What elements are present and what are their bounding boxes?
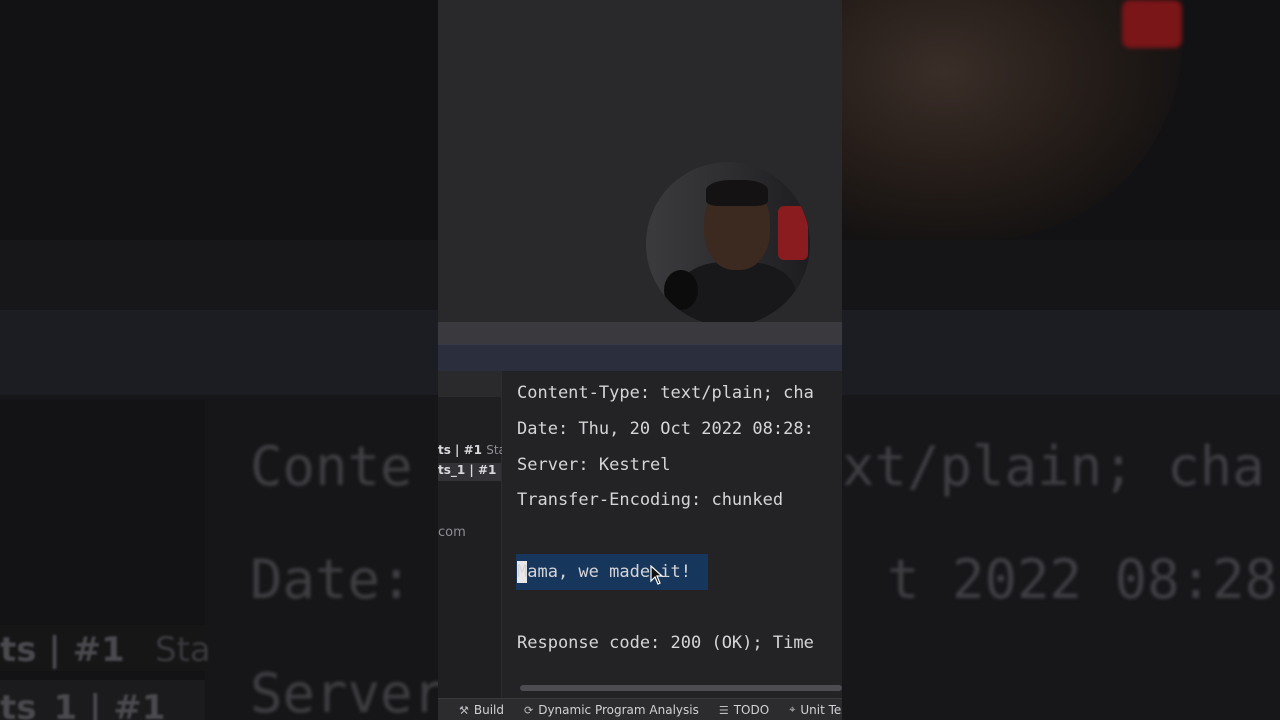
services-tree-panel: ts | #1 Sta ts_1 | #1 com: [438, 371, 506, 698]
tree-item-request-2[interactable]: ts_1 | #1: [438, 463, 501, 481]
ide-window: ts | #1 Sta ts_1 | #1 com Content-Type: …: [438, 0, 842, 720]
response-body[interactable]: Mama, we made it!: [517, 562, 691, 582]
bg-echo-line2-left: Date:: [250, 548, 413, 611]
header-transfer-encoding: Transfer-Encoding: chunked: [517, 490, 784, 510]
hammer-icon: ⚒: [459, 703, 469, 717]
list-icon: ☰: [718, 703, 729, 717]
unit-tests-icon: ⌖: [789, 703, 796, 716]
bg-echo-line2-right: t 2022 08:28:: [887, 548, 1280, 611]
build-tab[interactable]: ⚒ Build: [459, 703, 504, 717]
header-content-type: Content-Type: text/plain; cha: [517, 383, 814, 403]
tool-window-tabbar[interactable]: [438, 344, 842, 372]
header-server: Server: Kestrel: [517, 455, 671, 475]
mouse-cursor-icon: [650, 565, 664, 585]
bg-side-row1-dim: Sta: [155, 630, 211, 670]
bg-side-row1: ts | #1: [0, 630, 125, 670]
horizontal-scrollbar[interactable]: [520, 685, 842, 691]
bg-side-row2: ts_1 | #1: [0, 688, 166, 720]
video-frame: ts | #1 Sta ts_1 | #1 Conte Date: Server…: [0, 0, 1280, 720]
http-response-console[interactable]: Content-Type: text/plain; cha Date: Thu,…: [502, 371, 842, 698]
url-fragment: com: [438, 525, 466, 540]
unit-tests-tab[interactable]: ⌖ Unit Tes: [789, 703, 842, 717]
dynamic-program-analysis-tab[interactable]: ⟳ Dynamic Program Analysis: [524, 703, 699, 717]
profiler-icon: ⟳: [524, 703, 534, 717]
tree-item-request-1[interactable]: ts | #1 Sta: [438, 443, 506, 461]
presenter-webcam: [646, 162, 810, 326]
bg-echo-line1-right: xt/plain; cha: [842, 435, 1265, 498]
tool-window-header: [438, 322, 842, 344]
todo-tab[interactable]: ☰ TODO: [719, 703, 769, 717]
header-date: Date: Thu, 20 Oct 2022 08:28:: [517, 419, 814, 439]
bg-echo-line3-left: Server: [250, 662, 438, 720]
response-code-line: Response code: 200 (OK); Time: [517, 633, 814, 653]
bottom-tool-strip: ⚒ Build ⟳ Dynamic Program Analysis ☰ TOD…: [438, 698, 842, 720]
bg-echo-line1-left: Conte: [250, 435, 413, 498]
blurred-background-right: xt/plain; cha t 2022 08:28:: [842, 0, 1280, 720]
blurred-background-left: ts | #1 Sta ts_1 | #1 Conte Date: Server: [0, 0, 438, 720]
